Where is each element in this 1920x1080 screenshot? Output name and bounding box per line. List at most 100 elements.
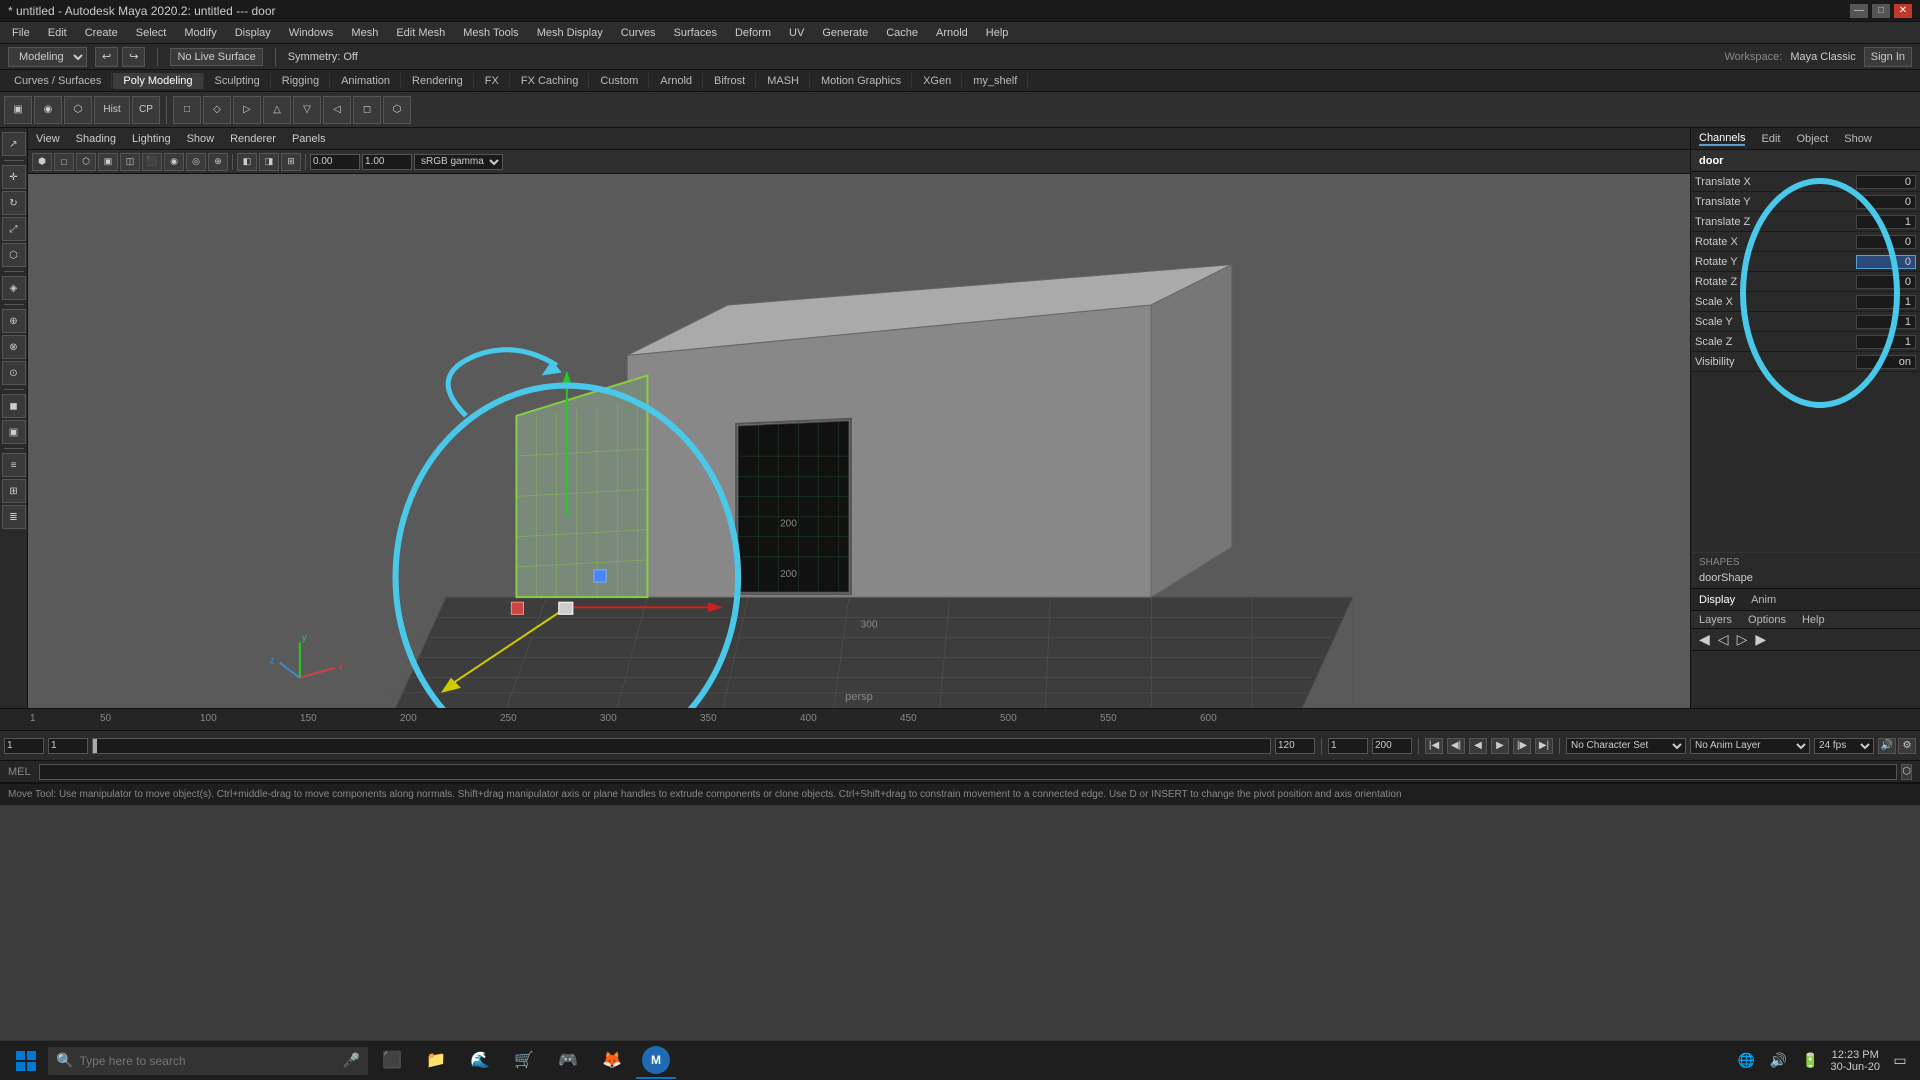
scale-x-value[interactable] (1856, 295, 1916, 309)
taskbar-games[interactable]: 🎮 (548, 1043, 588, 1079)
prev-key-button[interactable]: ◀| (1447, 738, 1465, 754)
tray-show-desktop[interactable]: ▭ (1888, 1049, 1912, 1073)
menu-curves[interactable]: Curves (613, 25, 664, 41)
tool-render1[interactable]: ◼ (2, 394, 26, 418)
clock[interactable]: 12:23 PM 30-Jun-20 (1830, 1049, 1880, 1073)
tool-snap2[interactable]: ⊗ (2, 335, 26, 359)
go-start-button[interactable]: |◀ (1425, 738, 1443, 754)
menu-arnold[interactable]: Arnold (928, 25, 976, 41)
vpt-btn-12[interactable]: ⊞ (281, 153, 301, 171)
vpt-value1-input[interactable] (310, 154, 360, 170)
channel-row-scale-x[interactable]: Scale X (1691, 292, 1920, 312)
scale-y-value[interactable] (1856, 315, 1916, 329)
play-forward-button[interactable]: ▶ (1491, 738, 1509, 754)
shelf-icon-tool5[interactable]: ▽ (293, 96, 321, 124)
channels-tab[interactable]: Channels (1699, 132, 1745, 146)
channel-row-rotate-y[interactable]: Rotate Y (1691, 252, 1920, 272)
vp-menu-view[interactable]: View (36, 133, 60, 145)
layers-prev-btn[interactable]: ◀ (1695, 631, 1714, 648)
tray-network-icon[interactable]: 🌐 (1734, 1049, 1758, 1073)
search-bar[interactable]: 🔍 🎤 (48, 1047, 368, 1075)
vpt-btn-11[interactable]: ◨ (259, 153, 279, 171)
vp-menu-shading[interactable]: Shading (76, 133, 116, 145)
menu-uv[interactable]: UV (781, 25, 812, 41)
viewport[interactable]: View Shading Lighting Show Renderer Pane… (28, 128, 1690, 708)
anim-layer-select[interactable]: No Anim Layer (1690, 738, 1810, 754)
vpt-btn-1[interactable]: ⬢ (32, 153, 52, 171)
visibility-value[interactable] (1856, 355, 1916, 369)
tray-battery-icon[interactable]: 🔋 (1798, 1049, 1822, 1073)
ws-btn-1[interactable]: ↩ (95, 47, 118, 67)
shelf-tab-animation[interactable]: Animation (331, 73, 401, 89)
audio-btn[interactable]: 🔊 (1878, 738, 1896, 754)
mel-expand-btn[interactable]: ⬡ (1901, 764, 1912, 780)
tray-volume-icon[interactable]: 🔊 (1766, 1049, 1790, 1073)
shelf-tab-poly-modeling[interactable]: Poly Modeling (113, 73, 203, 89)
symmetry-off-label[interactable]: Symmetry: Off (288, 51, 358, 63)
tool-misc2[interactable]: ⊞ (2, 479, 26, 503)
edit-tab[interactable]: Edit (1761, 133, 1780, 145)
menu-file[interactable]: File (4, 25, 38, 41)
tool-move[interactable]: ✛ (2, 165, 26, 189)
minimize-button[interactable]: — (1850, 4, 1868, 18)
channel-row-scale-z[interactable]: Scale Z (1691, 332, 1920, 352)
vpt-btn-2[interactable]: □ (54, 153, 74, 171)
shelf-tab-sculpting[interactable]: Sculpting (205, 73, 271, 89)
tool-show-manip[interactable]: ⬡ (2, 243, 26, 267)
mode-dropdown[interactable]: Modeling (8, 47, 87, 67)
shelf-tab-motion-graphics[interactable]: Motion Graphics (811, 73, 912, 89)
shelf-tab-my-shelf[interactable]: my_shelf (963, 73, 1028, 89)
char-set-select[interactable]: No Character Set (1566, 738, 1686, 754)
rotate-y-value[interactable] (1856, 255, 1916, 269)
channel-row-scale-y[interactable]: Scale Y (1691, 312, 1920, 332)
rotate-z-value[interactable] (1856, 275, 1916, 289)
maximize-button[interactable]: □ (1872, 4, 1890, 18)
shelf-tab-rendering[interactable]: Rendering (402, 73, 474, 89)
shelf-icon-tool7[interactable]: ◻ (353, 96, 381, 124)
channel-row-rotate-z[interactable]: Rotate Z (1691, 272, 1920, 292)
gamma-select[interactable]: sRGB gamma (414, 154, 503, 170)
channel-row-rotate-x[interactable]: Rotate X (1691, 232, 1920, 252)
tool-last[interactable]: ◈ (2, 276, 26, 300)
fps-select[interactable]: 24 fps (1814, 738, 1874, 754)
show-tab[interactable]: Show (1844, 133, 1872, 145)
layers-next-btn[interactable]: ▶ (1751, 631, 1770, 648)
layers-next2-btn[interactable]: ▷ (1733, 631, 1752, 648)
channel-row-translate-y[interactable]: Translate Y (1691, 192, 1920, 212)
end-frame-input[interactable] (1275, 738, 1315, 754)
vpt-btn-5[interactable]: ◫ (120, 153, 140, 171)
shelf-tab-bifrost[interactable]: Bifrost (704, 73, 756, 89)
taskbar-file-explorer[interactable]: 📁 (416, 1043, 456, 1079)
menu-generate[interactable]: Generate (814, 25, 876, 41)
shelf-icon-select[interactable]: ▣ (4, 96, 32, 124)
menu-mesh-tools[interactable]: Mesh Tools (455, 25, 526, 41)
shelf-icon-tool1[interactable]: □ (173, 96, 201, 124)
object-tab[interactable]: Object (1796, 133, 1828, 145)
layers-item[interactable]: Layers (1699, 614, 1732, 626)
vpt-btn-10[interactable]: ◧ (237, 153, 257, 171)
shelf-tab-mash[interactable]: MASH (757, 73, 810, 89)
menu-cache[interactable]: Cache (878, 25, 926, 41)
anim-tab[interactable]: Anim (1751, 594, 1776, 606)
menu-mesh[interactable]: Mesh (343, 25, 386, 41)
channel-row-translate-z[interactable]: Translate Z (1691, 212, 1920, 232)
next-key-button[interactable]: |▶ (1513, 738, 1531, 754)
taskbar-firefox[interactable]: 🦊 (592, 1043, 632, 1079)
shelf-tab-rigging[interactable]: Rigging (272, 73, 330, 89)
menu-create[interactable]: Create (77, 25, 126, 41)
shelf-tab-custom[interactable]: Custom (590, 73, 649, 89)
shelf-tab-arnold[interactable]: Arnold (650, 73, 703, 89)
taskbar-store[interactable]: 🛒 (504, 1043, 544, 1079)
shelf-icon-tool2[interactable]: ◇ (203, 96, 231, 124)
taskbar-maya[interactable]: M (636, 1043, 676, 1079)
menu-edit-mesh[interactable]: Edit Mesh (388, 25, 453, 41)
menu-help[interactable]: Help (978, 25, 1017, 41)
settings-btn[interactable]: ⚙ (1898, 738, 1916, 754)
vp-menu-lighting[interactable]: Lighting (132, 133, 171, 145)
shelf-icon-hist[interactable]: Hist (94, 96, 130, 124)
menu-select[interactable]: Select (128, 25, 175, 41)
shelf-tab-fx[interactable]: FX (475, 73, 510, 89)
vpt-btn-9[interactable]: ⊕ (208, 153, 228, 171)
shelf-icon-paint[interactable]: ⬡ (64, 96, 92, 124)
go-end-button[interactable]: ▶| (1535, 738, 1553, 754)
